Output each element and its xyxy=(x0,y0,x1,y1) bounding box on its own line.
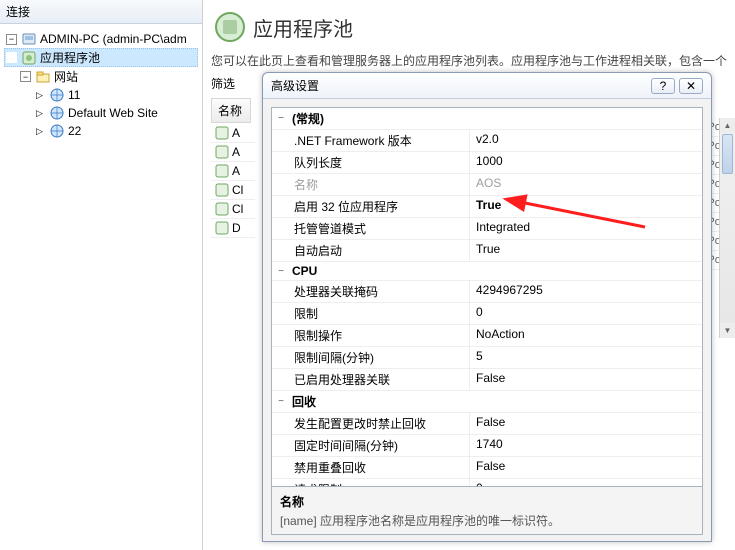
property-grid[interactable]: −(常规) .NET Framework 版本v2.0 队列长度1000 名称A… xyxy=(271,107,703,487)
tree-spacer-icon xyxy=(6,52,17,63)
pg-category-cpu[interactable]: −CPU xyxy=(272,262,702,281)
grid-row[interactable]: Cl xyxy=(211,200,255,219)
tree-site-label: 11 xyxy=(68,88,80,102)
folder-icon xyxy=(35,69,51,85)
pg-row-enable32bit[interactable]: 启用 32 位应用程序True xyxy=(272,196,702,218)
apppool-icon xyxy=(215,164,229,178)
page-description: 您可以在此页上查看和管理服务器上的应用程序池列表。应用程序池与工作进程相关联，包… xyxy=(211,52,727,69)
pg-row-affinity[interactable]: 处理器关联掩码4294967295 xyxy=(272,281,702,303)
help-button[interactable]: ? xyxy=(651,78,675,94)
pg-row-name[interactable]: 名称AOS xyxy=(272,174,702,196)
filter-label: 筛选 xyxy=(211,75,237,92)
scrollbar-vertical[interactable]: ▲ ▼ xyxy=(719,118,735,338)
grid-cell: D xyxy=(232,221,241,235)
pg-category-recycle[interactable]: −回收 xyxy=(272,391,702,413)
connections-header: 连接 xyxy=(0,0,202,24)
apppool-icon xyxy=(215,221,229,235)
pg-category-general[interactable]: −(常规) xyxy=(272,108,702,130)
grid-cell: A xyxy=(232,145,240,159)
chevron-right-icon[interactable]: ▷ xyxy=(34,90,45,101)
pg-row-request-limit[interactable]: 请求限制0 xyxy=(272,479,702,487)
chevron-right-icon[interactable]: ▷ xyxy=(34,126,45,137)
tree-server-node[interactable]: − ADMIN-PC (admin-PC\adm xyxy=(4,30,198,48)
pg-row-fixed-interval[interactable]: 固定时间间隔(分钟)1740 xyxy=(272,435,702,457)
tree-app-pools-node[interactable]: 应用程序池 xyxy=(4,48,198,67)
grid-cell: A xyxy=(232,126,240,140)
grid-cell: Cl xyxy=(232,183,243,197)
desc-title: 名称 xyxy=(280,493,694,510)
apppool-icon xyxy=(215,126,229,140)
tree-twisty-icon[interactable]: − xyxy=(20,71,31,82)
page-title: 应用程序池 xyxy=(253,13,353,42)
globe-icon xyxy=(49,123,65,139)
tree-twisty-icon[interactable]: − xyxy=(6,34,17,45)
grid-row[interactable]: A xyxy=(211,124,255,143)
tree-app-pools-label: 应用程序池 xyxy=(40,49,100,66)
connections-tree: − ADMIN-PC (admin-PC\adm 应用程序池 − 网站 ▷ 11… xyxy=(0,24,202,146)
pg-row-queue[interactable]: 队列长度1000 xyxy=(272,152,702,174)
dialog-body: −(常规) .NET Framework 版本v2.0 队列长度1000 名称A… xyxy=(263,99,711,543)
tree-server-label: ADMIN-PC (admin-PC\adm xyxy=(40,32,187,46)
tree-site-label: 22 xyxy=(68,124,81,138)
tree-sites-node[interactable]: − 网站 xyxy=(4,67,198,86)
apppool-large-icon xyxy=(213,10,247,44)
dialog-titlebar[interactable]: 高级设置 ? ✕ xyxy=(263,73,711,99)
grid-cell: A xyxy=(232,164,240,178)
chevron-right-icon[interactable]: ▷ xyxy=(34,108,45,119)
pg-row-autostart[interactable]: 自动启动True xyxy=(272,240,702,262)
apppool-icon xyxy=(21,50,37,66)
tree-site-22[interactable]: ▷ 22 xyxy=(4,122,198,140)
tree-site-label: Default Web Site xyxy=(68,106,158,120)
grid-row[interactable]: Cl xyxy=(211,181,255,200)
grid-row[interactable]: D xyxy=(211,219,255,238)
collapse-icon[interactable]: − xyxy=(272,391,290,412)
apppool-icon xyxy=(215,202,229,216)
grid-header-name[interactable]: 名称 xyxy=(211,98,251,123)
apppool-icon xyxy=(215,183,229,197)
grid-row[interactable]: A xyxy=(211,143,255,162)
pg-row-limit[interactable]: 限制0 xyxy=(272,303,702,325)
connections-panel: 连接 − ADMIN-PC (admin-PC\adm 应用程序池 − 网站 ▷… xyxy=(0,0,203,550)
scroll-down-icon[interactable]: ▼ xyxy=(720,323,735,338)
pg-row-disable-recycle[interactable]: 发生配置更改时禁止回收False xyxy=(272,413,702,435)
apppool-icon xyxy=(215,145,229,159)
grid-row[interactable]: A xyxy=(211,162,255,181)
globe-icon xyxy=(49,87,65,103)
globe-icon xyxy=(49,105,65,121)
scroll-thumb[interactable] xyxy=(722,134,733,174)
collapse-icon[interactable]: − xyxy=(272,262,290,280)
tree-sites-label: 网站 xyxy=(54,68,78,85)
grid-rows: AAAClClD xyxy=(211,124,255,238)
pg-row-pipeline[interactable]: 托管管道模式Integrated xyxy=(272,218,702,240)
tree-site-11[interactable]: ▷ 11 xyxy=(4,86,198,104)
pg-row-netframework[interactable]: .NET Framework 版本v2.0 xyxy=(272,130,702,152)
pg-row-disable-overlap[interactable]: 禁用重叠回收False xyxy=(272,457,702,479)
tree-site-default[interactable]: ▷ Default Web Site xyxy=(4,104,198,122)
server-icon xyxy=(21,31,37,47)
scroll-up-icon[interactable]: ▲ xyxy=(720,118,735,133)
pg-row-limit-action[interactable]: 限制操作NoAction xyxy=(272,325,702,347)
close-button[interactable]: ✕ xyxy=(679,78,703,94)
grid-cell: Cl xyxy=(232,202,243,216)
page-title-row: 应用程序池 xyxy=(211,4,727,52)
dialog-title: 高级设置 xyxy=(271,77,647,94)
advanced-settings-dialog: 高级设置 ? ✕ −(常规) .NET Framework 版本v2.0 队列长… xyxy=(262,72,712,542)
property-description: 名称 [name] 应用程序池名称是应用程序池的唯一标识符。 xyxy=(271,487,703,535)
pg-row-affinity-enabled[interactable]: 已启用处理器关联False xyxy=(272,369,702,391)
pg-row-limit-interval[interactable]: 限制间隔(分钟)5 xyxy=(272,347,702,369)
desc-text: [name] 应用程序池名称是应用程序池的唯一标识符。 xyxy=(280,512,694,529)
collapse-icon[interactable]: − xyxy=(272,108,290,129)
